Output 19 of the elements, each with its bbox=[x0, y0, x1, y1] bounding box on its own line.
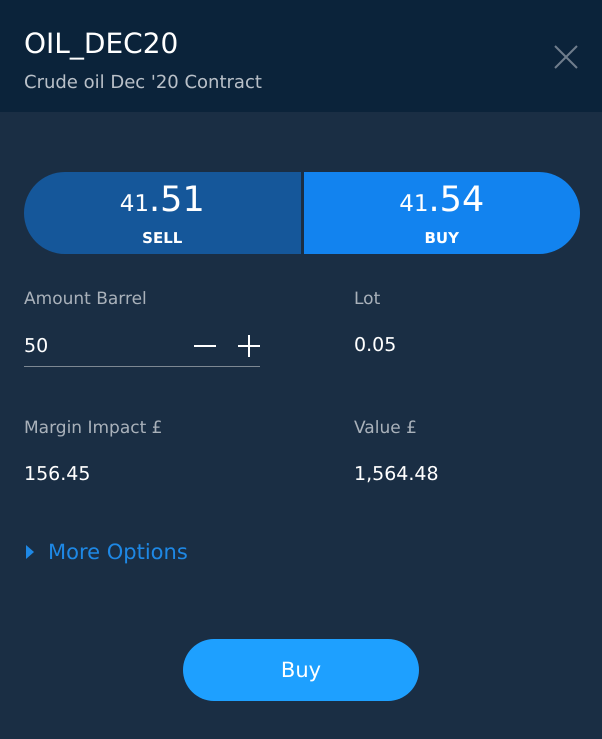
field-label: Amount Barrel bbox=[24, 288, 147, 311]
instrument-title: OIL_DEC20 bbox=[24, 26, 180, 62]
field-label: Margin Impact £ bbox=[24, 417, 162, 440]
increase-button[interactable] bbox=[238, 334, 260, 356]
field-value: 1,564.48 bbox=[354, 462, 439, 487]
close-button[interactable] bbox=[554, 45, 578, 69]
field-label: Lot bbox=[354, 288, 380, 311]
field-value: 0.05 bbox=[354, 333, 396, 358]
instrument-subtitle: Crude oil Dec '20 Contract bbox=[24, 71, 262, 95]
plus-icon bbox=[238, 334, 260, 356]
field-value: 156.45 bbox=[24, 462, 90, 487]
buy-price-button[interactable]: 41.54 BUY bbox=[304, 172, 580, 254]
minus-icon bbox=[194, 344, 216, 346]
close-icon bbox=[554, 45, 578, 69]
amount-input[interactable]: 50 bbox=[24, 330, 172, 360]
sell-price-button[interactable]: 41.51 SELL bbox=[24, 172, 300, 254]
field-label: Value £ bbox=[354, 417, 417, 440]
more-options-link[interactable]: More Options bbox=[24, 538, 188, 566]
buy-button[interactable]: Buy bbox=[183, 639, 419, 701]
